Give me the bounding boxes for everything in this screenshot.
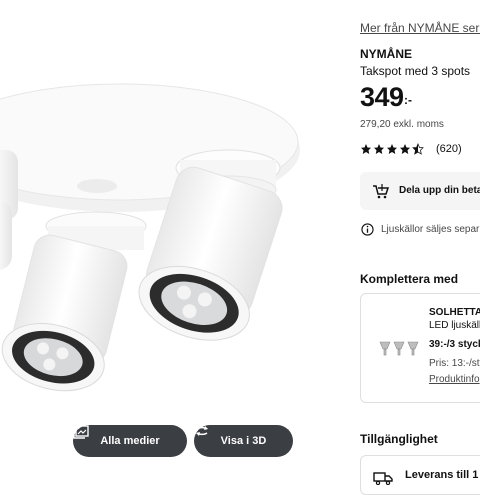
star-icon	[387, 144, 397, 154]
view-3d-button[interactable]: Visa i 3D	[194, 425, 293, 457]
complement-item-info-link[interactable]: Produktinfo	[429, 374, 480, 385]
price-excl-vat: 279,20 exkl. moms	[360, 119, 444, 130]
rotate-3d-icon	[196, 426, 208, 436]
complement-item-price: 39:-/3 styck	[429, 339, 480, 350]
bulbs-sold-separately-note: Ljuskällor säljes separ	[381, 224, 480, 235]
complement-item-unit-price: Pris: 13:-/sty	[429, 358, 480, 369]
rating-stars[interactable]	[360, 143, 424, 155]
price: 349	[360, 82, 404, 112]
view-3d-label: Visa i 3D	[220, 435, 267, 447]
complement-item-name: SOLHETTA	[429, 307, 480, 318]
series-link[interactable]: Mer från NYMÅNE serie	[360, 21, 480, 35]
review-count[interactable]: (620)	[436, 143, 462, 155]
product-image	[0, 83, 300, 392]
star-icon	[361, 144, 371, 154]
half-star-icon	[412, 143, 424, 155]
product-name: NYMÅNE	[360, 47, 413, 61]
product-description: Takspot med 3 spots	[360, 64, 471, 78]
delivery-label: Leverans till 1	[405, 469, 479, 481]
availability-heading: Tillgänglighet	[360, 432, 438, 446]
bulb-product-image	[379, 341, 419, 356]
gallery-icon	[73, 425, 89, 439]
all-media-label: Alla medier	[100, 435, 160, 447]
info-icon	[361, 223, 374, 236]
truck-icon	[373, 472, 393, 485]
product-image-gallery[interactable]: Alla medier Visa i 3D	[0, 0, 340, 480]
complement-heading: Komplettera med	[360, 272, 459, 286]
complement-item-description: LED ljuskäll	[429, 320, 480, 331]
split-payment-icon	[373, 184, 390, 199]
star-icon	[400, 144, 410, 154]
split-payment-label: Dela upp din beta	[399, 185, 480, 196]
all-media-button[interactable]: Alla medier	[73, 425, 187, 457]
star-icon	[374, 144, 384, 154]
price-suffix: :-	[404, 93, 412, 107]
